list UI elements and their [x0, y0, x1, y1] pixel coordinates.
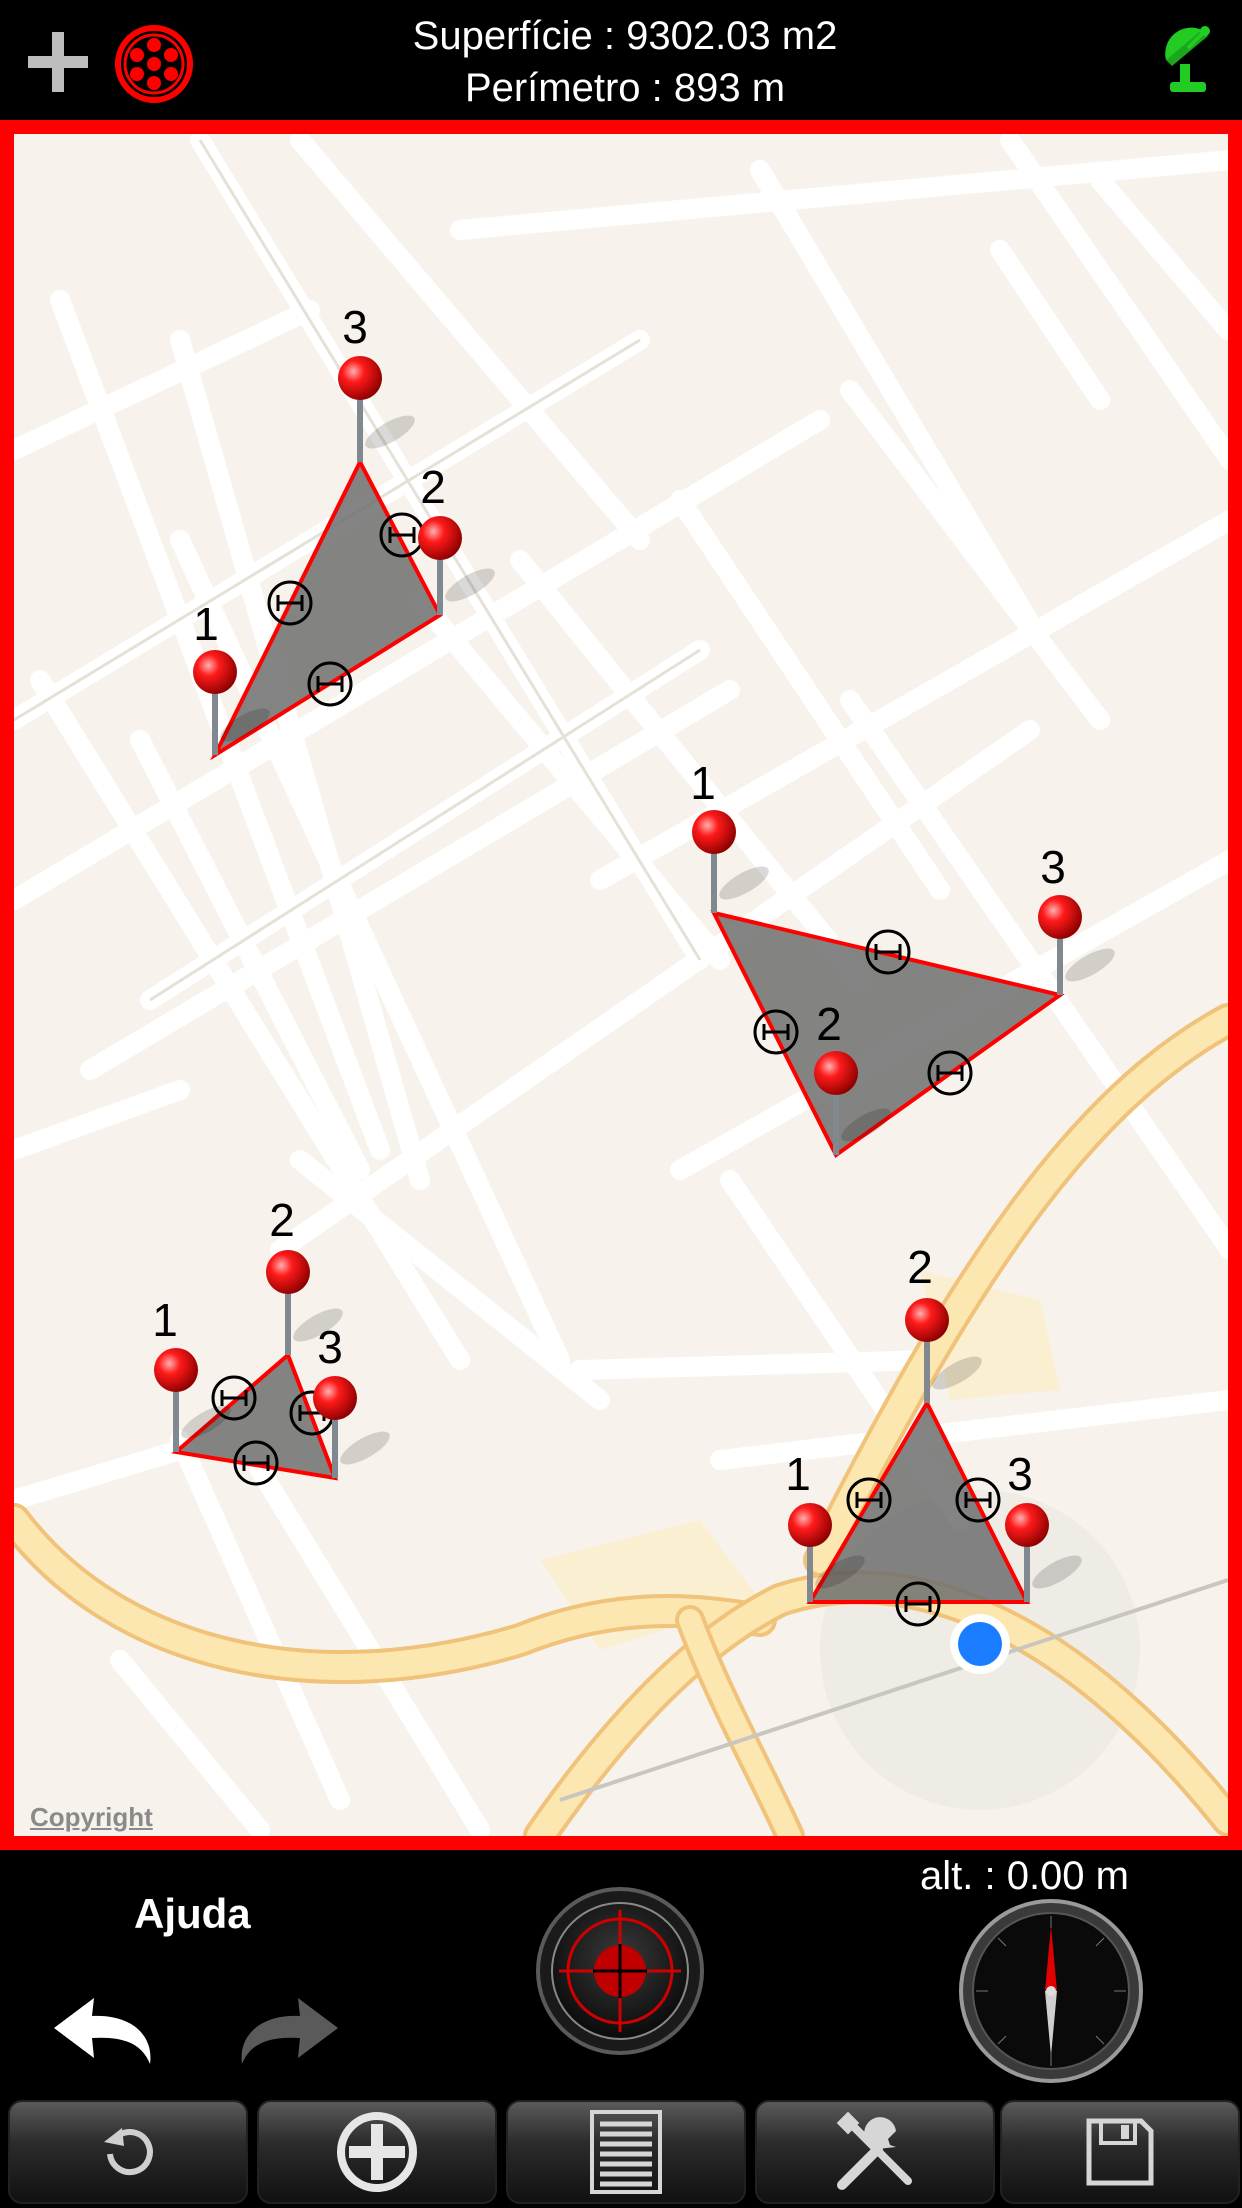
pin-label: 1 [193, 598, 219, 650]
area-text: Superfície : 9302.03 m2 [412, 14, 838, 58]
list-icon [590, 2110, 662, 2194]
crosshair-icon[interactable] [535, 1886, 705, 2056]
copyright-link[interactable]: Copyright [30, 1802, 153, 1833]
refresh-icon [104, 2128, 153, 2176]
pin-label: 2 [816, 998, 842, 1050]
top-bar: Superfície : 9302.03 m2 Perímetro : 893 … [0, 0, 1242, 120]
pin-label: 3 [1007, 1448, 1033, 1500]
bottom-toolbar [0, 2098, 1242, 2208]
pin-label: 1 [690, 757, 716, 809]
perimeter-text: Perímetro : 893 m [464, 66, 786, 110]
locate-button[interactable] [257, 2100, 497, 2204]
refresh-button[interactable] [8, 2100, 248, 2204]
help-button[interactable]: Ajuda [134, 1890, 251, 1938]
pin-label: 2 [907, 1241, 933, 1293]
tools-button[interactable] [755, 2100, 995, 2204]
pin-label: 1 [785, 1448, 811, 1500]
redo-arrow-icon[interactable] [226, 1980, 346, 2070]
pin-label: 1 [152, 1294, 178, 1346]
pin-label: 3 [1040, 841, 1066, 893]
undo-arrow-icon[interactable] [46, 1980, 166, 2070]
measurement-summary: Superfície : 9302.03 m2 Perímetro : 893 … [300, 10, 950, 114]
list-button[interactable] [506, 2100, 746, 2204]
pin-label: 3 [342, 301, 368, 353]
tools-icon [836, 2111, 912, 2190]
pin-label: 2 [269, 1194, 295, 1246]
altitude-readout: alt. : 0.00 m [920, 1854, 1129, 1898]
map-view[interactable]: 1 2 3 1 2 3 1 2 3 1 2 3 Copyright [0, 120, 1242, 1850]
locate-icon [337, 2112, 417, 2192]
plus-icon[interactable] [28, 32, 88, 92]
target-dots-icon[interactable] [114, 24, 194, 104]
pin-label: 2 [420, 461, 446, 513]
save-icon [1086, 2118, 1154, 2186]
map-canvas[interactable]: 1 2 3 1 2 3 1 2 3 1 2 3 [14, 134, 1228, 1836]
pin-label: 3 [317, 1321, 343, 1373]
compass-icon[interactable] [958, 1898, 1144, 2084]
satellite-dish-icon[interactable] [1158, 22, 1218, 96]
save-button[interactable] [1000, 2100, 1240, 2204]
